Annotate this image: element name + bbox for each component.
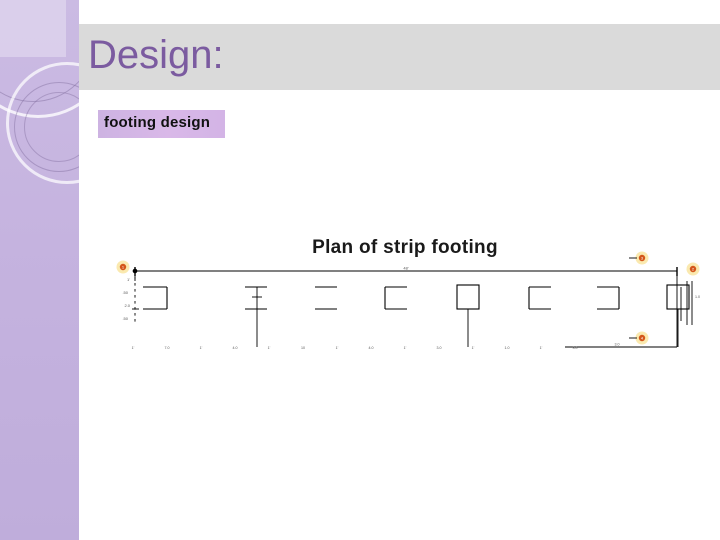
svg-text:1': 1'	[472, 346, 475, 350]
svg-text:1': 1'	[200, 346, 203, 350]
svg-text:3.0: 3.0	[615, 343, 620, 347]
svg-text:4.0: 4.0	[369, 346, 374, 350]
svg-text:.50: .50	[122, 316, 128, 321]
svg-text:1': 1'	[127, 277, 130, 282]
page-title: Design:	[88, 33, 224, 77]
svg-text:1.0: 1.0	[505, 346, 510, 350]
svg-text:1': 1'	[540, 346, 543, 350]
svg-text:4.0: 4.0	[233, 346, 238, 350]
svg-text:1': 1'	[132, 346, 135, 350]
svg-text:3.0: 3.0	[437, 346, 442, 350]
svg-text:1': 1'	[404, 346, 407, 350]
decorative-sidebar	[0, 0, 79, 540]
slide-canvas: Design: footing design Plan of strip foo…	[0, 0, 720, 540]
body-text-highlight-box: footing design	[98, 110, 225, 138]
body-text: footing design	[104, 114, 211, 131]
svg-text:1': 1'	[268, 346, 271, 350]
svg-text:1': 1'	[336, 346, 339, 350]
svg-text:.50: .50	[122, 290, 128, 295]
svg-text:48': 48'	[403, 266, 408, 271]
strip-footing-drawing: Plan of strip footing 48' 1' .50 2.0.50 1.0 3…	[105, 225, 705, 365]
strip-footing-plan-svg: 48' 1' .50 2.0 .50 1.0 3.0 1' 7.0 1' 4.0 1' 10 1' 4.0 1…	[116, 251, 700, 350]
svg-text:10: 10	[301, 346, 305, 350]
svg-text:3.0: 3.0	[573, 346, 578, 350]
svg-text:1.0: 1.0	[695, 295, 700, 299]
svg-text:2.0: 2.0	[124, 303, 130, 308]
svg-text:7.0: 7.0	[165, 346, 170, 350]
